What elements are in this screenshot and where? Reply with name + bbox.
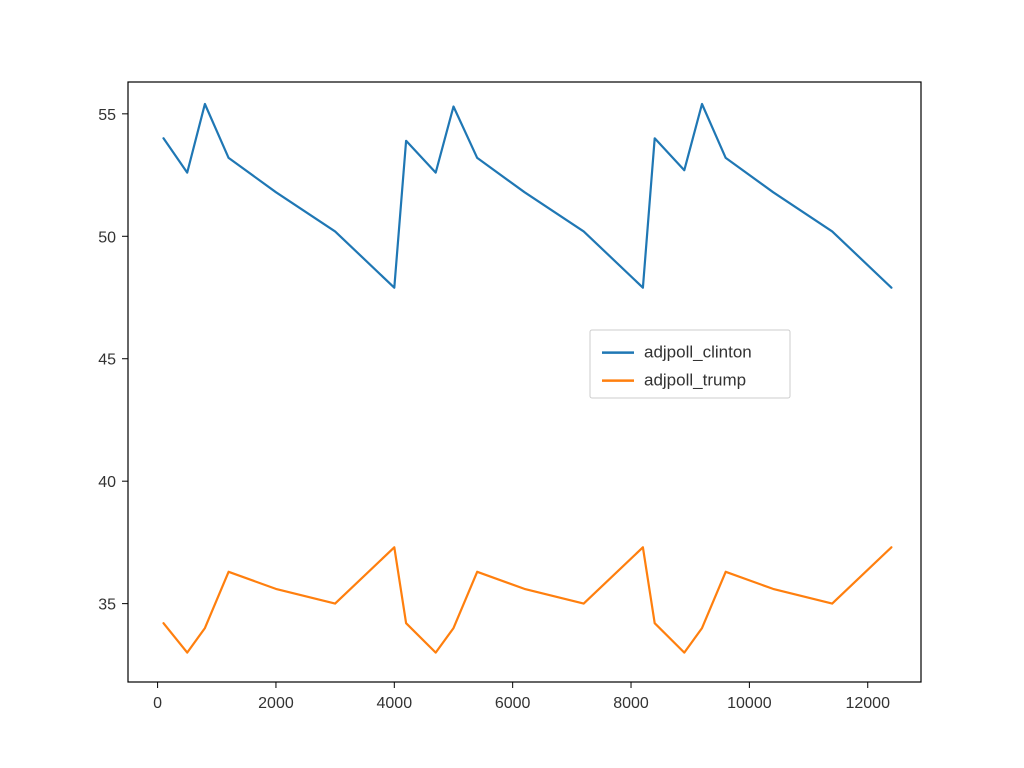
x-tick-label: 6000 [495, 695, 531, 712]
x-tick-label: 12000 [845, 695, 890, 712]
y-tick-label: 55 [98, 107, 116, 124]
legend-label-0: adjpoll_clinton [644, 343, 752, 362]
y-tick-label: 45 [98, 352, 116, 369]
x-tick-label: 8000 [613, 695, 649, 712]
x-tick-label: 10000 [727, 695, 772, 712]
x-tick-label: 2000 [258, 695, 294, 712]
x-tick-label: 0 [153, 695, 162, 712]
y-tick-label: 50 [98, 229, 116, 246]
legend-label-1: adjpoll_trump [644, 371, 746, 390]
y-tick-label: 35 [98, 597, 116, 614]
series-line-0 [164, 104, 892, 288]
y-tick-label: 40 [98, 474, 116, 491]
x-tick-label: 4000 [377, 695, 413, 712]
chart-svg: 0 2000 4000 6000 8000 10000 12000 35 40 45 50 55 adj… [0, 0, 1024, 768]
series-line-1 [164, 547, 892, 652]
chart-container: 0 2000 4000 6000 8000 10000 12000 35 40 45 50 55 adj… [0, 0, 1024, 768]
